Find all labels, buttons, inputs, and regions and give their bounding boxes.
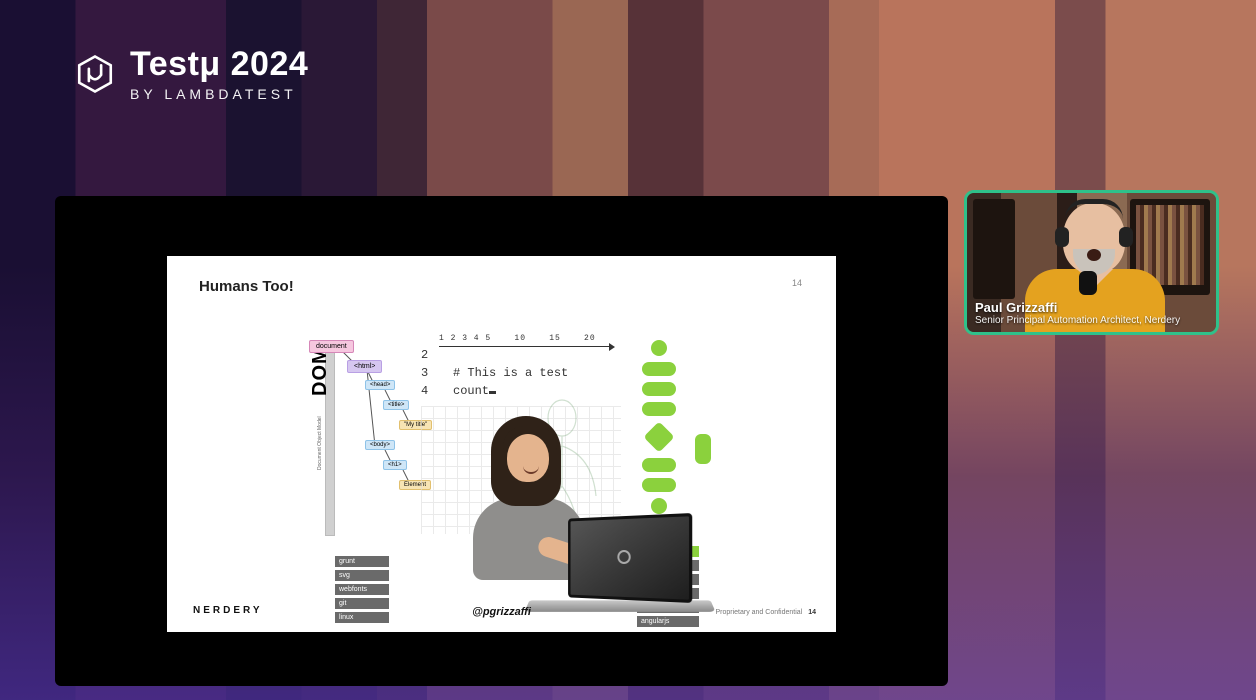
slide-page-number-top: 14 <box>792 278 802 288</box>
code-word: count <box>453 384 489 398</box>
flow-step <box>642 402 676 416</box>
speaker-name: Paul Grizzaffi <box>975 300 1208 315</box>
dom-node-document: document <box>309 340 354 353</box>
flow-step <box>642 382 676 396</box>
slide-title: Humans Too! <box>199 278 294 295</box>
speaker-role: Senior Principal Automation Architect, N… <box>975 315 1208 326</box>
laptop-logo-icon <box>617 550 630 564</box>
axis-tick-labels: 1 2 3 4 5 10 15 20 <box>439 334 596 343</box>
flow-step <box>642 478 676 492</box>
headphones-band-icon <box>1065 199 1123 219</box>
flow-start <box>651 340 667 356</box>
tech-chip: angularjs <box>637 616 699 627</box>
tech-chip: linux <box>335 612 389 623</box>
slide-brand: NERDERY <box>193 605 263 616</box>
tech-chip: webfonts <box>335 584 389 595</box>
line-number: 2 <box>421 348 428 362</box>
presentation-frame: Humans Too! 14 DOM Document Object Model… <box>55 196 948 686</box>
headphones-earcup-icon <box>1119 227 1133 247</box>
dom-label-sub: Document Object Model <box>317 416 323 470</box>
event-logo: Testμ 2024 BY LAMBDATEST <box>74 45 308 102</box>
flow-step <box>642 458 676 472</box>
flow-step <box>642 362 676 376</box>
axis-arrow <box>439 346 609 347</box>
code-line: # This is a test <box>453 366 568 380</box>
microphone-icon <box>1079 271 1097 295</box>
dom-node-head: <head> <box>365 380 395 390</box>
speaker-mouth <box>1087 249 1101 261</box>
cursor-icon <box>489 391 496 394</box>
flow-end <box>651 498 667 514</box>
dom-node-body: <body> <box>365 440 395 450</box>
event-logo-mark <box>74 53 116 95</box>
line-number: 4 <box>421 384 428 398</box>
dom-node-title: <title> <box>383 400 409 410</box>
flowchart-diagram <box>619 336 699 542</box>
dom-node-html: <html> <box>347 360 382 373</box>
tech-list-left: grunt svg webfonts git linux <box>335 556 389 626</box>
bookshelf-icon <box>973 199 1015 299</box>
slide-handle: @pgrizzaffi <box>472 606 531 618</box>
headphones-earcup-icon <box>1055 227 1069 247</box>
dom-label: DOM <box>309 346 332 396</box>
event-subtitle: BY LAMBDATEST <box>130 86 308 102</box>
flow-decision <box>643 421 674 452</box>
person-with-laptop-illustration <box>411 406 621 616</box>
code-line: count <box>453 384 496 398</box>
presentation-slide: Humans Too! 14 DOM Document Object Model… <box>167 256 836 632</box>
dom-node-h1: <h1> <box>383 460 407 470</box>
slide-page-number-bottom: 14 <box>808 609 816 616</box>
event-title: Testμ 2024 <box>130 45 308 84</box>
tech-chip: svg <box>335 570 389 581</box>
tech-chip: git <box>335 598 389 609</box>
confidential-text: Proprietary and Confidential <box>715 609 802 616</box>
line-number: 3 <box>421 366 428 380</box>
speaker-label: Paul Grizzaffi Senior Principal Automati… <box>975 300 1208 326</box>
tech-chip: grunt <box>335 556 389 567</box>
slide-confidential: Proprietary and Confidential 14 <box>715 609 816 616</box>
speaker-video-thumbnail[interactable]: Paul Grizzaffi Senior Principal Automati… <box>964 190 1219 335</box>
flow-side-branch <box>695 434 711 464</box>
